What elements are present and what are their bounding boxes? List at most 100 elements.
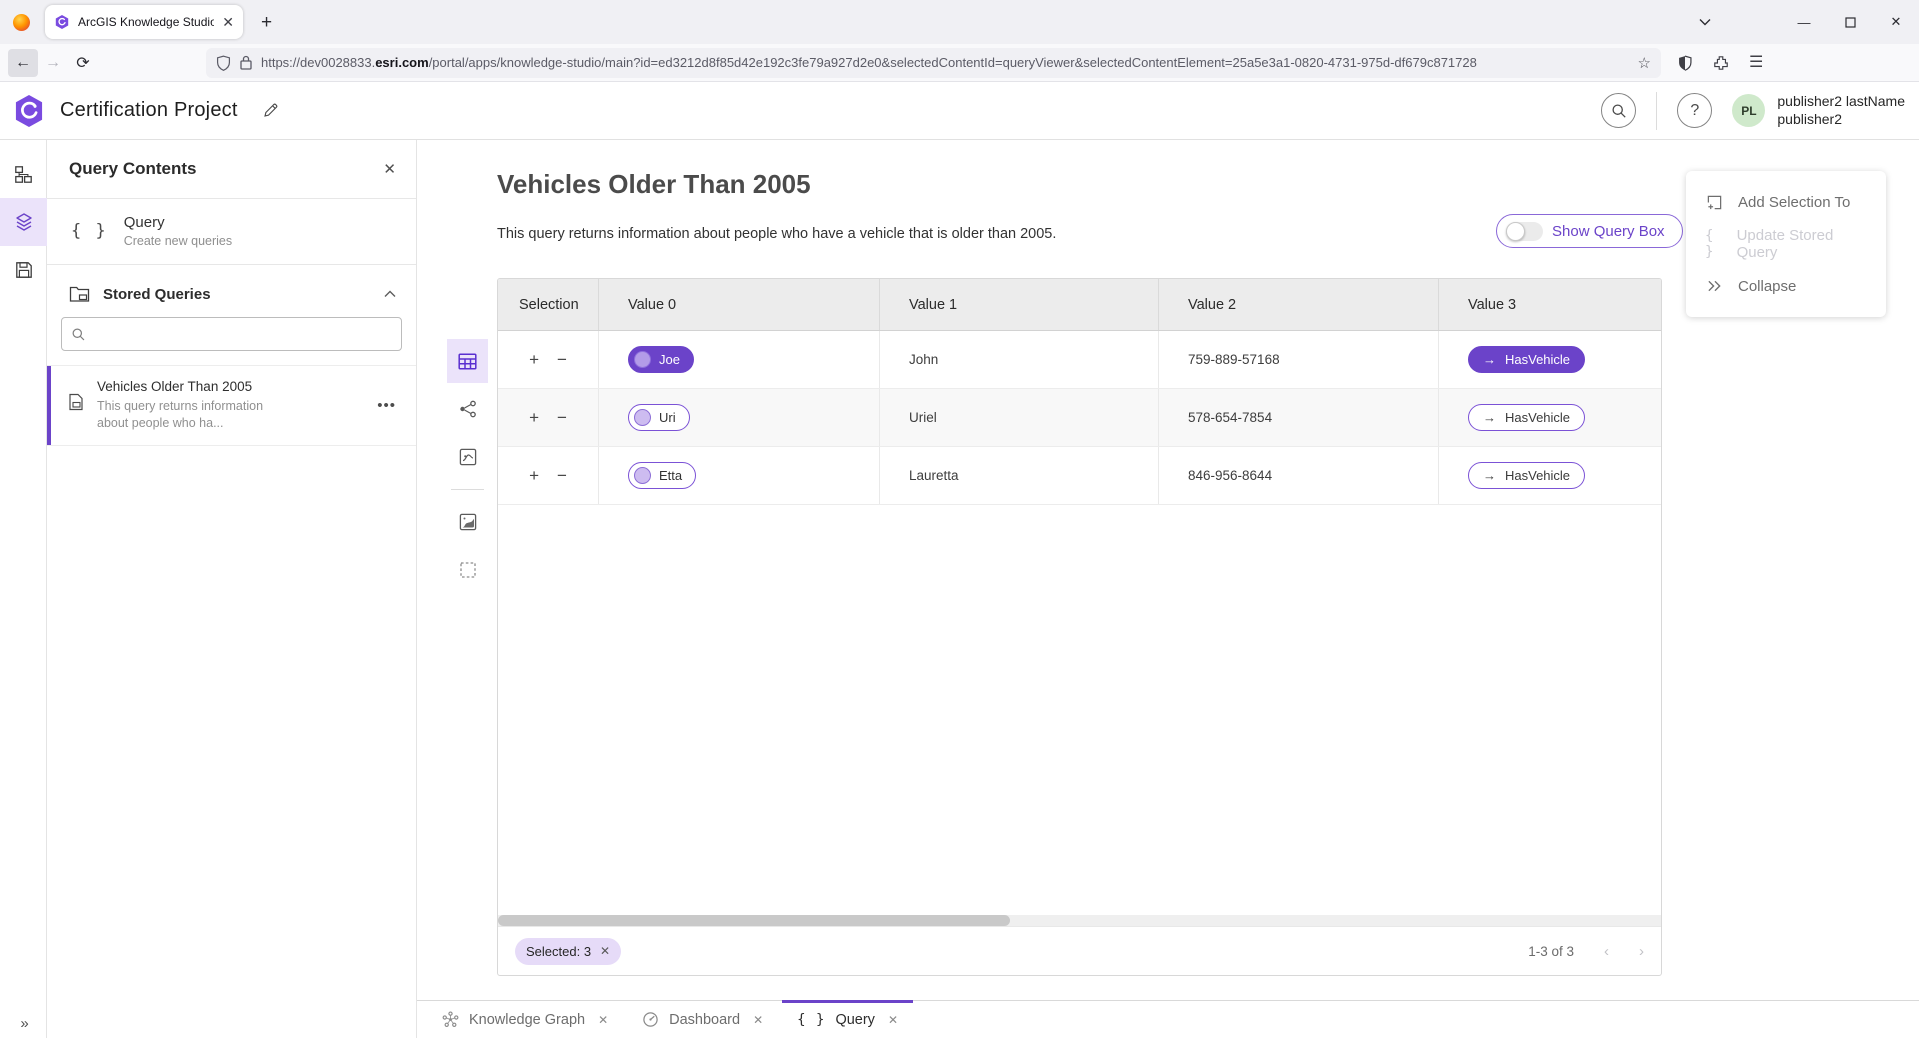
relationship-label: HasVehicle (1505, 468, 1570, 483)
remove-from-selection-button[interactable]: − (557, 351, 567, 368)
tracking-shield-icon[interactable] (216, 55, 231, 71)
menu-item-update-stored-query: { }Update Stored Query (1686, 223, 1886, 265)
rail-contents-button[interactable] (0, 198, 47, 246)
new-tab-button[interactable]: + (261, 13, 272, 32)
query-item[interactable]: { } Query Create new queries (47, 199, 416, 265)
window-minimize-button[interactable]: — (1781, 5, 1827, 39)
search-icon (71, 327, 86, 342)
bookmark-star-icon[interactable]: ☆ (1638, 54, 1651, 72)
add-to-selection-button[interactable]: + (529, 409, 539, 426)
panel-close-icon[interactable]: ✕ (383, 160, 396, 178)
entity-pill[interactable]: Joe (628, 346, 694, 373)
rail-save-button[interactable] (0, 246, 47, 294)
list-tabs-icon[interactable] (1699, 18, 1711, 26)
entity-pill[interactable]: Uri (628, 404, 690, 431)
chart-view-button[interactable] (447, 435, 488, 479)
selection-tools-button[interactable] (447, 548, 488, 592)
braces-icon: { } (71, 221, 108, 241)
cell-value: John (909, 352, 938, 367)
add-to-selection-button[interactable]: + (529, 351, 539, 368)
chevron-up-icon[interactable] (384, 290, 396, 298)
forward-button[interactable]: → (38, 49, 68, 77)
browser-tab[interactable]: ArcGIS Knowledge Studio ✕ (45, 5, 243, 39)
tool-strip-divider (451, 489, 484, 490)
tab-close-icon[interactable]: ✕ (888, 1013, 898, 1027)
window-close-button[interactable]: ✕ (1873, 5, 1919, 39)
remove-from-selection-button[interactable]: − (557, 467, 567, 484)
toggle-track[interactable] (1506, 222, 1543, 241)
protections-icon[interactable] (1677, 55, 1693, 71)
tab-query[interactable]: { }Query✕ (780, 1001, 915, 1038)
menu-item-collapse[interactable]: Collapse (1686, 265, 1886, 307)
item-options-icon[interactable]: ••• (377, 397, 402, 414)
column-header[interactable]: Selection (498, 279, 598, 330)
arrow-right-icon: → (1483, 410, 1496, 425)
arrow-right-icon: → (1483, 352, 1496, 367)
page-title: Vehicles Older Than 2005 (497, 169, 811, 200)
table-footer: Selected: 3 ✕ 1-3 of 3 ‹ › (498, 926, 1661, 975)
table-row[interactable]: +−JoeJohn759-889-57168→HasVehicle (498, 331, 1661, 389)
menu-item-label: Update Stored Query (1737, 227, 1867, 261)
stored-query-doc-icon (68, 393, 84, 432)
column-header[interactable]: Value 3 (1438, 279, 1661, 330)
menu-icon[interactable]: ☰ (1749, 55, 1763, 71)
stored-query-item[interactable]: Vehicles Older Than 2005 This query retu… (47, 365, 416, 446)
expand-rail-icon[interactable]: » (0, 1015, 47, 1032)
relationship-pill[interactable]: →HasVehicle (1468, 462, 1585, 489)
window-maximize-button[interactable] (1827, 5, 1873, 39)
user-name[interactable]: publisher2 lastName publisher2 (1777, 93, 1905, 128)
cell-value: Uriel (909, 410, 937, 425)
stored-queries-header[interactable]: Stored Queries (47, 265, 416, 315)
clear-selection-icon[interactable]: ✕ (600, 944, 610, 958)
edit-title-icon[interactable] (262, 102, 279, 119)
tab-knowledge-graph[interactable]: Knowledge Graph✕ (425, 1001, 625, 1038)
panel-title: Query Contents (69, 159, 197, 179)
avatar[interactable]: PL (1732, 94, 1765, 127)
relationship-pill[interactable]: →HasVehicle (1468, 404, 1585, 431)
prev-page-icon[interactable]: ‹ (1604, 943, 1609, 960)
entity-pill[interactable]: Etta (628, 462, 696, 489)
firefox-icon[interactable] (13, 14, 30, 31)
column-header[interactable]: Value 0 (598, 279, 879, 330)
tab-close-icon[interactable]: ✕ (222, 15, 234, 29)
column-header[interactable]: Value 1 (879, 279, 1158, 330)
next-page-icon[interactable]: › (1639, 943, 1644, 960)
help-button[interactable]: ? (1677, 93, 1712, 128)
menu-item-add-selection-to[interactable]: Add Selection To (1686, 181, 1886, 223)
page-description: This query returns information about peo… (497, 226, 1056, 242)
back-button[interactable]: ← (8, 49, 38, 77)
lock-icon[interactable] (240, 55, 252, 70)
app-header: Certification Project ? PL publisher2 la… (0, 82, 1919, 140)
table-row[interactable]: +−EttaLauretta846-956-8644→HasVehicle (498, 447, 1661, 505)
extensions-icon[interactable] (1713, 55, 1729, 71)
project-title: Certification Project (60, 99, 238, 122)
tab-close-icon[interactable]: ✕ (598, 1013, 608, 1027)
search-button[interactable] (1601, 93, 1636, 128)
pagination-range: 1-3 of 3 (1528, 944, 1574, 959)
tab-close-icon[interactable]: ✕ (753, 1013, 763, 1027)
refresh-button[interactable]: ⟳ (68, 49, 98, 77)
link-chart-view-button[interactable] (447, 387, 488, 431)
remove-from-selection-button[interactable]: − (557, 409, 567, 426)
stored-queries-title: Stored Queries (103, 286, 211, 303)
horizontal-scrollbar[interactable] (498, 915, 1661, 926)
selected-count-chip[interactable]: Selected: 3 ✕ (515, 938, 621, 965)
hierarchy-icon (14, 165, 33, 184)
table-row[interactable]: +−UriUriel578-654-7854→HasVehicle (498, 389, 1661, 447)
column-header[interactable]: Value 2 (1158, 279, 1438, 330)
url-field[interactable]: https://dev0028833.esri.com/portal/apps/… (206, 48, 1661, 78)
query-item-subtitle: Create new queries (124, 234, 232, 248)
relationship-pill[interactable]: →HasVehicle (1468, 346, 1585, 373)
map-view-button[interactable] (447, 500, 488, 544)
menu-item-label: Collapse (1738, 278, 1796, 295)
tab-dashboard[interactable]: Dashboard✕ (625, 1001, 780, 1038)
scrollbar-thumb[interactable] (498, 915, 1010, 926)
search-input[interactable] (94, 327, 392, 342)
rail-data-model-button[interactable] (0, 150, 47, 198)
entity-label: Etta (659, 468, 682, 483)
tab-title: ArcGIS Knowledge Studio (78, 15, 214, 29)
add-to-selection-button[interactable]: + (529, 467, 539, 484)
show-query-box-toggle[interactable]: Show Query Box (1496, 214, 1683, 248)
stored-queries-search[interactable] (61, 317, 402, 351)
table-view-button[interactable] (447, 339, 488, 383)
